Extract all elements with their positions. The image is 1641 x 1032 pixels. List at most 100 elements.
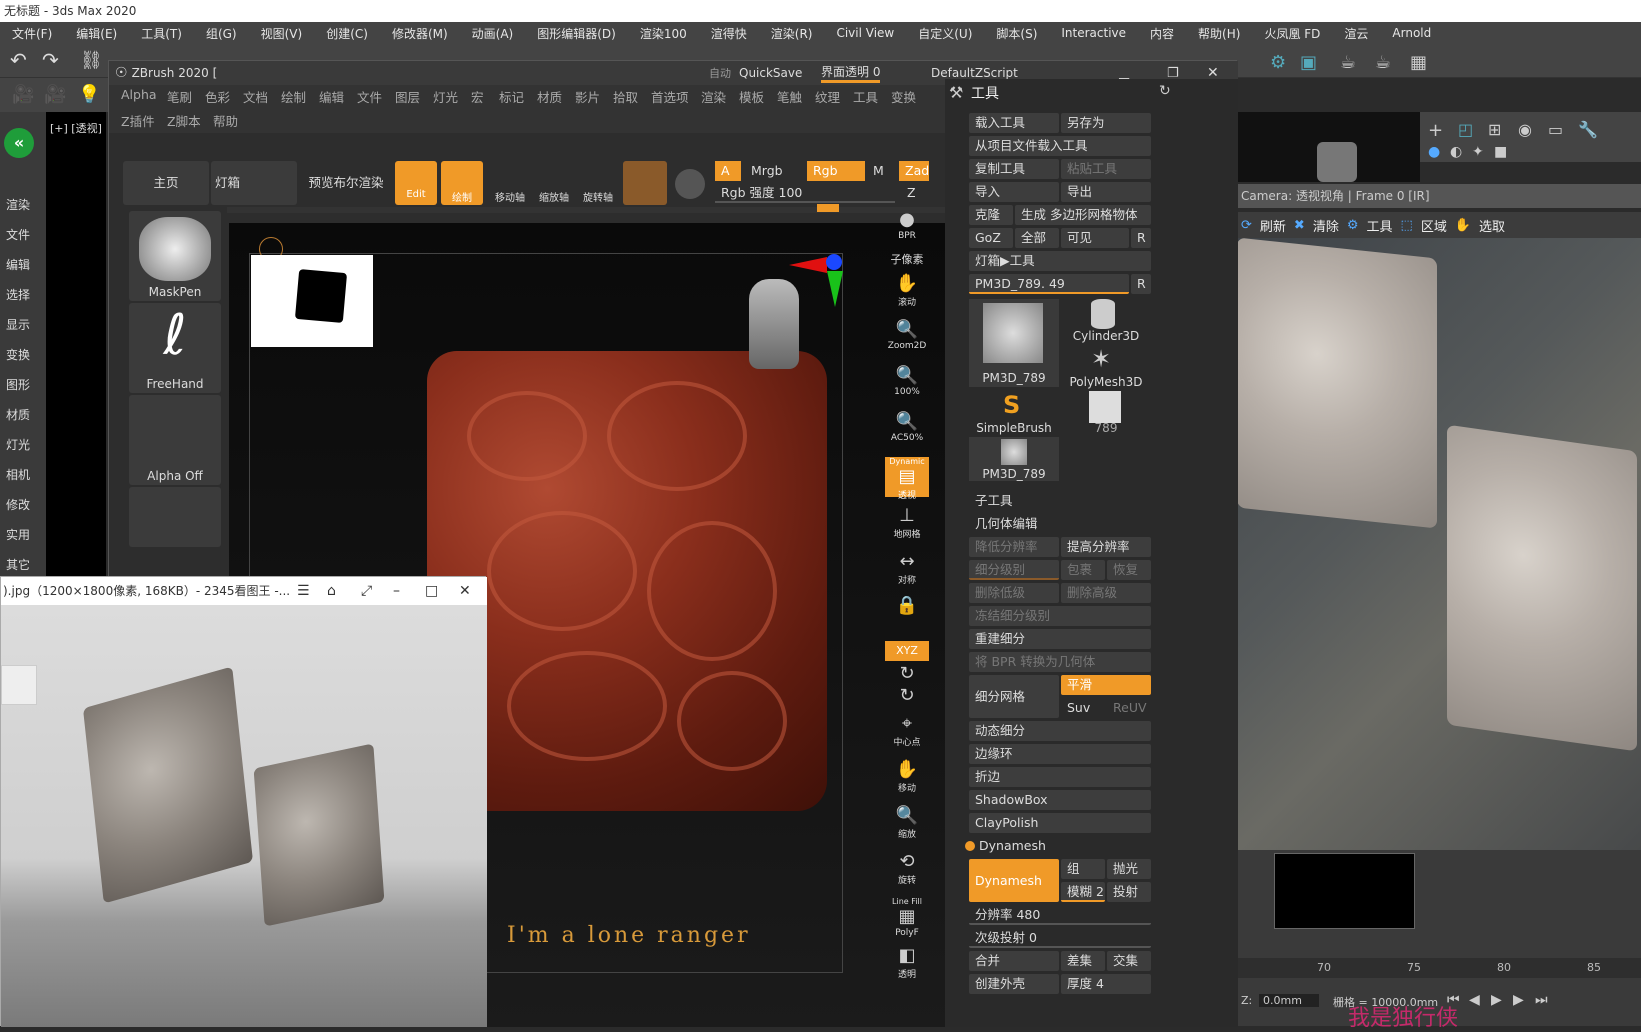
half-size-button[interactable]: 🔍 AC50%	[885, 411, 929, 451]
zmenu-alpha[interactable]: Alpha	[121, 87, 157, 102]
smooth-toggle[interactable]: 平滑	[1061, 675, 1151, 695]
frame-button[interactable]: ⌖ 中心点	[885, 713, 929, 753]
edgeloop-section[interactable]: 边缘环	[969, 744, 1151, 764]
zmenu-brush[interactable]: 笔刷	[167, 87, 192, 106]
nav-edit[interactable]: 编辑	[6, 256, 42, 276]
menu-rendering[interactable]: 渲染(R)	[759, 25, 825, 42]
mrgb-button[interactable]: Mrgb	[745, 161, 803, 181]
zmenu-render[interactable]: 渲染	[701, 87, 726, 106]
suv-toggle[interactable]: Suv	[1061, 698, 1105, 718]
link-icon[interactable]: ⛓	[80, 50, 103, 71]
quicksave-button[interactable]: QuickSave	[739, 66, 802, 80]
zoom2d-button[interactable]: 🔍 Zoom2D	[885, 319, 929, 359]
next-frame-icon[interactable]: ▶	[1513, 992, 1524, 1008]
menu-render100[interactable]: 渲染100	[628, 25, 699, 42]
edit-button[interactable]: Edit	[395, 161, 437, 205]
wrap-button[interactable]: 包裹	[1061, 560, 1105, 580]
zmenu-stencil[interactable]: 模板	[739, 87, 764, 106]
zmenu-texture[interactable]: 纹理	[815, 87, 840, 106]
menu-interactive[interactable]: Interactive	[1049, 26, 1138, 40]
canvas-scrollbar-top[interactable]	[227, 207, 983, 213]
lights-icon[interactable]: ✦	[1472, 144, 1484, 160]
higher-res-button[interactable]: 提高分辨率	[1061, 537, 1151, 557]
export-button[interactable]: 导出	[1061, 182, 1151, 202]
cameras-icon[interactable]: ■	[1494, 144, 1507, 160]
create-shell-button[interactable]: 创建外壳	[969, 974, 1059, 994]
goz-all-button[interactable]: 全部	[1015, 228, 1059, 248]
dynamesh-add-button[interactable]: 合并	[969, 951, 1059, 971]
nav-file[interactable]: 文件	[6, 226, 42, 246]
claypolish-section[interactable]: ClayPolish	[969, 813, 1151, 833]
next-key-icon[interactable]: ⏭	[1535, 992, 1548, 1008]
bpr-to-geo-button[interactable]: 将 BPR 转换为几何体	[969, 652, 1151, 672]
pick-icon[interactable]: ✋	[1455, 218, 1471, 233]
dynamic-subdiv-section[interactable]: 动态细分	[969, 721, 1151, 741]
play-icon[interactable]: ▶	[1491, 992, 1502, 1008]
zmenu-help[interactable]: 帮助	[213, 111, 238, 130]
m-button[interactable]: M	[867, 161, 891, 181]
zmenu-marker[interactable]: 标记	[499, 87, 524, 106]
clear-label[interactable]: 清除	[1313, 216, 1339, 235]
render-frame-icon[interactable]: ▣	[1300, 52, 1317, 73]
z-field[interactable]: 0.0mm	[1259, 994, 1319, 1007]
reconstruct-subdiv-button[interactable]: 重建细分	[969, 629, 1151, 649]
shapes-icon[interactable]: ◐	[1450, 144, 1462, 160]
plugin-logo-icon[interactable]: «	[4, 128, 34, 158]
dynamesh-sub-button[interactable]: 差集	[1061, 951, 1105, 971]
tool-thumb-cylinder3d[interactable]: Cylinder3D	[1061, 299, 1151, 343]
rgb-button[interactable]: Rgb	[807, 161, 865, 181]
tool-thumb-pm3d-789-2[interactable]: PM3D_789	[969, 437, 1059, 481]
move-view-button[interactable]: ✋ 移动	[885, 759, 929, 799]
render-icon[interactable]: ☕	[1340, 52, 1356, 73]
brush-maskpen[interactable]: MaskPen	[129, 211, 221, 301]
dynamesh-section[interactable]: Dynamesh	[973, 836, 1151, 856]
rotate-button[interactable]: 旋转轴	[577, 161, 619, 205]
zmenu-movie[interactable]: 影片	[575, 87, 600, 106]
ui-transparency-slider[interactable]: 界面透明 0	[821, 63, 881, 83]
nav-utility[interactable]: 实用	[6, 526, 42, 546]
lightbox-button[interactable]: 灯箱	[211, 161, 297, 205]
zoom-view-button[interactable]: 🔍 缩放	[885, 805, 929, 845]
lightbox-tools-button[interactable]: 灯箱▶工具	[969, 251, 1151, 271]
dynamesh-blur-slider[interactable]: 模糊 2	[1061, 882, 1105, 902]
local-lock-button[interactable]: 🔒	[885, 595, 929, 635]
display-tab-icon[interactable]: ▭	[1548, 120, 1563, 139]
nav-transform[interactable]: 变换	[6, 346, 42, 366]
zmenu-material[interactable]: 材质	[537, 87, 562, 106]
scale-button[interactable]: 缩放轴	[533, 161, 575, 205]
current-tool-r-button[interactable]: R	[1131, 274, 1151, 294]
make-polymesh-button[interactable]: 生成 多边形网格物体	[1015, 205, 1151, 225]
zmenu-layer[interactable]: 图层	[395, 87, 420, 106]
z-intensity-slider[interactable]: Z 强	[901, 183, 931, 203]
save-as-button[interactable]: 另存为	[1061, 113, 1151, 133]
home-button[interactable]: 主页	[123, 161, 209, 205]
rotate-view-button[interactable]: ⟲ 旋转	[885, 851, 929, 891]
menu-civil-view[interactable]: Civil View	[824, 26, 906, 40]
goz-visible-button[interactable]: 可见	[1061, 228, 1129, 248]
floor-grid-button[interactable]: ⊥ 地网格	[885, 505, 929, 545]
max-viewport-top[interactable]	[1237, 112, 1420, 182]
lower-res-button[interactable]: 降低分辨率	[969, 537, 1059, 557]
tool-pin-icon[interactable]: ⚒	[949, 83, 963, 102]
nav-camera[interactable]: 相机	[6, 466, 42, 486]
paste-tool-button[interactable]: 粘贴工具	[1061, 159, 1151, 179]
max-viewport-small[interactable]	[1274, 853, 1415, 929]
shadowbox-section[interactable]: ShadowBox	[969, 790, 1151, 810]
menu-edit[interactable]: 编辑(E)	[64, 25, 129, 42]
zmenu-edit[interactable]: 编辑	[319, 87, 344, 106]
zmenu-picker[interactable]: 拾取	[613, 87, 638, 106]
reference-photo[interactable]	[1, 605, 487, 1027]
rgb-intensity-slider[interactable]: Rgb 强度 100	[715, 183, 895, 203]
menu-scripting[interactable]: 脚本(S)	[984, 25, 1049, 42]
viewer-fullscreen-icon[interactable]: ⤢	[361, 577, 372, 605]
viewer-maximize-icon[interactable]: □	[425, 577, 438, 605]
utilities-tab-icon[interactable]: 🔧	[1578, 120, 1598, 139]
tool-thumb-pm3d-789[interactable]: PM3D_789	[969, 299, 1059, 387]
zmenu-transform[interactable]: 变换	[891, 87, 916, 106]
sdiv-slider[interactable]: 细分级别	[969, 560, 1059, 580]
goz-r-button[interactable]: R	[1131, 228, 1151, 248]
zmenu-tool[interactable]: 工具	[853, 87, 878, 106]
viewport-label[interactable]: [+] [透视]	[50, 120, 102, 136]
camera-icon[interactable]: 🎥	[12, 84, 34, 105]
zmenu-stroke[interactable]: 笔触	[777, 87, 802, 106]
